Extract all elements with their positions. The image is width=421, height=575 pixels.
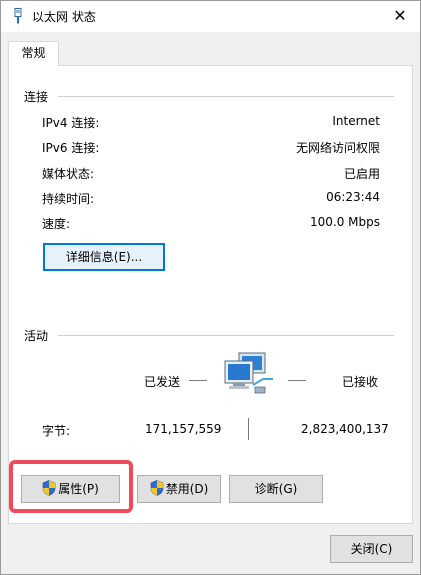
received-label: 已接收 (342, 375, 379, 389)
connection-section-label: 连接 (24, 90, 49, 104)
details-button-label: 详细信息(E)... (65, 250, 143, 264)
sent-dash (189, 380, 207, 381)
uac-shield-icon (42, 480, 56, 496)
bytes-sent-value: 171,157,559 (145, 422, 222, 436)
close-button-label: 关闭(C) (350, 542, 393, 556)
disable-button-label: 禁用(D) (165, 482, 209, 496)
activity-divider (58, 335, 394, 336)
ethernet-status-dialog: 以太网 状态 ✕ 常规 连接 IPv4 连接: Internet IPv6 连接… (0, 0, 421, 575)
ipv4-value: Internet (332, 114, 380, 128)
properties-button[interactable]: 属性(P) (21, 475, 120, 503)
properties-button-label: 属性(P) (58, 482, 99, 496)
received-dash (288, 380, 306, 381)
connection-divider (58, 96, 394, 97)
speed-value: 100.0 Mbps (309, 215, 380, 229)
duration-label: 持续时间: (42, 192, 95, 206)
media-state-label: 媒体状态: (42, 167, 95, 181)
bytes-received-value: 2,823,400,137 (301, 422, 389, 436)
ipv6-label: IPv6 连接: (42, 141, 100, 155)
speed-label: 速度: (42, 217, 71, 231)
ethernet-plug-icon (14, 8, 22, 24)
tab-general[interactable]: 常规 (8, 41, 59, 66)
network-computers-icon (224, 352, 273, 394)
sent-label: 已发送 (144, 375, 181, 389)
diagnose-button-label: 诊断(G) (254, 482, 298, 496)
general-panel (8, 65, 413, 524)
uac-shield-icon (150, 480, 163, 496)
close-window-button[interactable]: ✕ (388, 4, 412, 28)
duration-value: 06:23:44 (326, 190, 380, 204)
bytes-separator (248, 418, 249, 440)
bytes-label: 字节: (42, 424, 71, 438)
details-button[interactable]: 详细信息(E)... (43, 243, 165, 271)
window-title: 以太网 状态 (32, 10, 96, 24)
disable-button[interactable]: 禁用(D) (137, 475, 221, 503)
tab-general-label: 常规 (21, 46, 46, 60)
ipv4-label: IPv4 连接: (42, 116, 100, 130)
activity-section-label: 活动 (24, 329, 49, 343)
title-bar: 以太网 状态 ✕ (1, 1, 420, 32)
media-state-value: 已启用 (343, 167, 380, 181)
ipv6-value: 无网络访问权限 (295, 141, 380, 155)
diagnose-button[interactable]: 诊断(G) (229, 475, 323, 503)
close-icon: ✕ (393, 6, 407, 25)
close-button[interactable]: 关闭(C) (330, 535, 413, 563)
